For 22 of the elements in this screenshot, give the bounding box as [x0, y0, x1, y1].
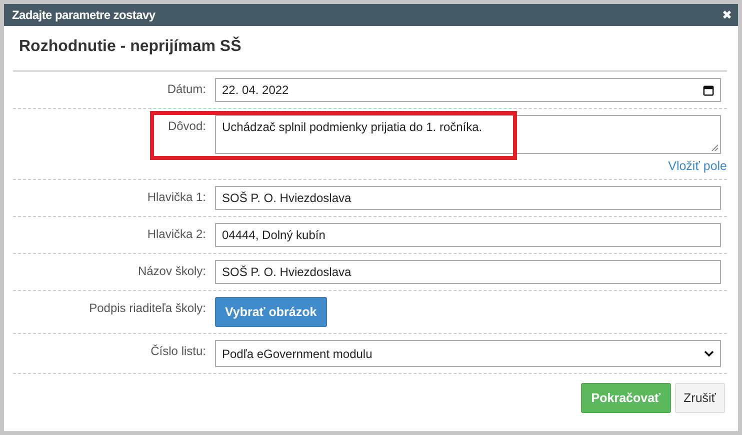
date-field[interactable]: 22. 04. 2022 — [215, 78, 721, 102]
field-label: Dátum: — [166, 81, 206, 98]
dialog-heading: Rozhodnutie - neprijímam SŠ — [13, 26, 727, 72]
calendar-icon[interactable] — [703, 84, 714, 96]
field-label: Podpis riaditeľa školy: — [88, 300, 206, 317]
field-label: Číslo listu: — [150, 343, 206, 360]
field-label: Názov školy: — [136, 263, 206, 280]
insert-field-link[interactable]: Vložiť pole — [668, 159, 727, 173]
chevron-down-icon — [704, 350, 714, 357]
text-area[interactable]: Uchádzač splnil podmienky prijatia do 1. ročníka. — [215, 115, 721, 154]
cancel-button[interactable]: Zrušiť — [674, 383, 725, 413]
text-field[interactable]: SOŠ P. O. Hviezdoslava — [215, 260, 721, 284]
window-title: Zadajte parametre zostavy — [12, 8, 156, 22]
field-label: Dôvod: — [166, 118, 206, 135]
close-button[interactable]: ✖ — [722, 9, 732, 21]
field-label: Hlavička 1: — [146, 189, 206, 206]
text-field[interactable]: 04444, Dolný kubín — [215, 223, 721, 247]
text-field[interactable]: SOŠ P. O. Hviezdoslava — [215, 186, 721, 210]
choose-image-button[interactable]: Vybrať obrázok — [215, 297, 327, 327]
dropdown[interactable]: Podľa eGovernment modulu — [215, 340, 721, 367]
resize-grip-icon[interactable] — [711, 144, 718, 151]
field-label: Hlavička 2: — [146, 226, 206, 243]
